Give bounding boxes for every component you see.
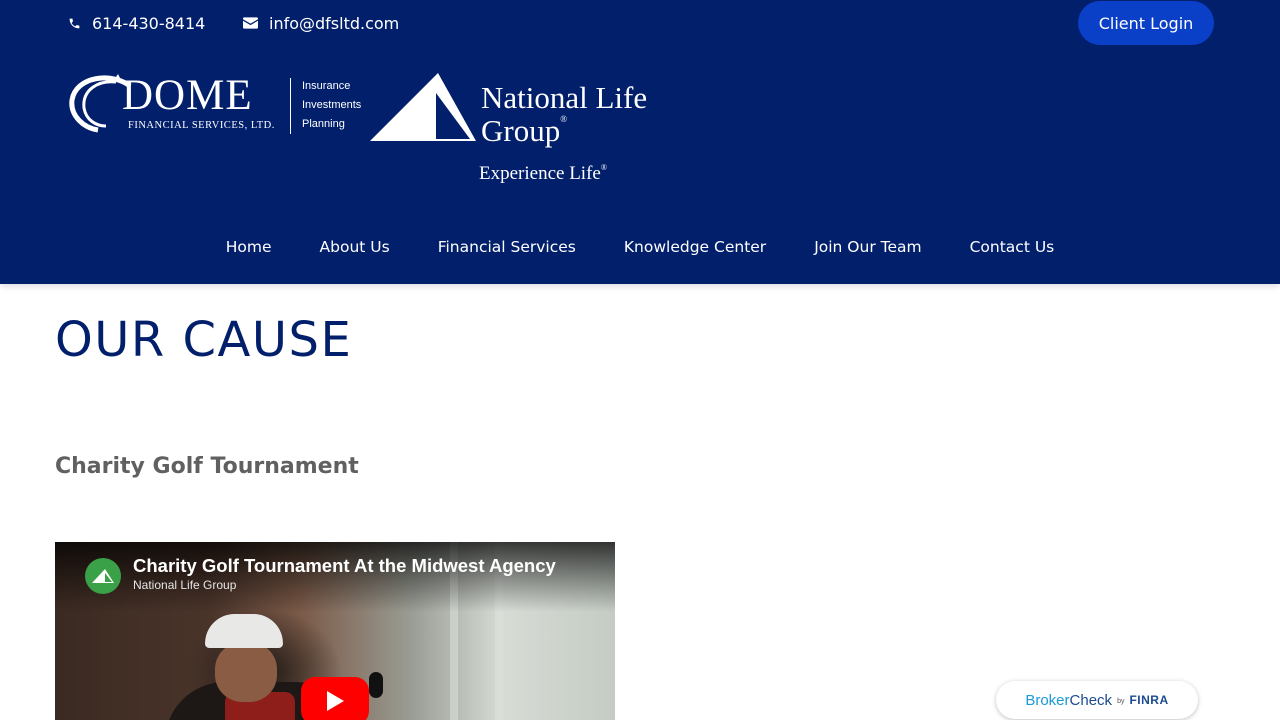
finra-logo: FINRA bbox=[1129, 693, 1169, 707]
nlg-name-line1: National Life bbox=[481, 80, 648, 115]
phone-number: 614-430-8414 bbox=[92, 13, 206, 33]
main-nav: Home About Us Financial Services Knowled… bbox=[0, 238, 1280, 262]
video-scene-person bbox=[215, 642, 277, 702]
nav-financial-services[interactable]: Financial Services bbox=[438, 238, 576, 262]
nav-knowledge-center[interactable]: Knowledge Center bbox=[624, 238, 766, 262]
company-logo[interactable]: DOME FINANCIAL SERVICES, LTD. Insurance … bbox=[68, 68, 668, 198]
video-title-overlay bbox=[55, 542, 615, 612]
video-play-button[interactable] bbox=[301, 677, 369, 720]
channel-avatar[interactable] bbox=[85, 558, 121, 594]
nav-about-us[interactable]: About Us bbox=[320, 238, 390, 262]
nav-contact-us[interactable]: Contact Us bbox=[970, 238, 1055, 262]
brokercheck-logo: Broker Check bbox=[1025, 691, 1113, 709]
dome-subtitle: FINANCIAL SERVICES, LTD. bbox=[128, 120, 275, 131]
dome-tag-investments: Investments bbox=[302, 99, 362, 111]
dome-tag-insurance: Insurance bbox=[302, 80, 351, 92]
video-player[interactable]: Charity Golf Tournament At the Midwest A… bbox=[55, 542, 615, 720]
site-header: 614-430-8414 info@dfsltd.com Client Logi… bbox=[0, 0, 1280, 284]
email-address: info@dfsltd.com bbox=[269, 13, 400, 33]
brokercheck-badge[interactable]: Broker Check by FINRA bbox=[996, 681, 1198, 719]
logo-divider bbox=[290, 78, 291, 134]
video-title[interactable]: Charity Golf Tournament At the Midwest A… bbox=[133, 555, 556, 577]
page-title: OUR CAUSE bbox=[55, 312, 353, 368]
nlg-tagline: Experience Life® bbox=[479, 163, 607, 184]
client-login-button[interactable]: Client Login bbox=[1078, 1, 1214, 45]
video-scene-microphone bbox=[369, 672, 383, 698]
brokercheck-by: by bbox=[1117, 698, 1125, 705]
play-icon bbox=[327, 691, 344, 711]
dome-tag-planning: Planning bbox=[302, 118, 345, 130]
video-scene-person bbox=[205, 614, 283, 648]
nlg-channel-icon bbox=[92, 569, 114, 583]
dome-wordmark: DOME bbox=[122, 72, 253, 119]
nav-home[interactable]: Home bbox=[226, 238, 272, 262]
phone-icon bbox=[69, 18, 80, 28]
phone-link[interactable]: 614-430-8414 bbox=[68, 12, 205, 34]
envelope-icon bbox=[243, 17, 258, 29]
nav-join-our-team[interactable]: Join Our Team bbox=[814, 238, 921, 262]
section-heading: Charity Golf Tournament bbox=[55, 454, 359, 479]
email-link[interactable]: info@dfsltd.com bbox=[243, 12, 399, 34]
nlg-name-line2: Group® bbox=[481, 113, 568, 148]
video-channel-name[interactable]: National Life Group bbox=[133, 578, 236, 592]
nlg-mountain-icon bbox=[370, 73, 476, 141]
